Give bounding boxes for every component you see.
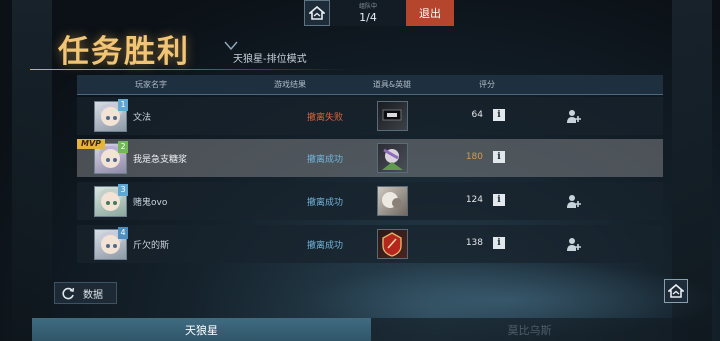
- info-icon[interactable]: i: [493, 237, 505, 249]
- mvp-badge: MVP: [77, 139, 106, 149]
- info-icon[interactable]: i: [493, 194, 505, 206]
- rank-badge: 1: [118, 99, 128, 111]
- add-friend-icon[interactable]: [566, 108, 582, 124]
- player-name: 我是急支糖浆: [133, 155, 188, 165]
- avatar-eye: [113, 158, 117, 162]
- rank-badge: 4: [118, 227, 128, 239]
- exit-button[interactable]: 退出: [406, 0, 454, 26]
- header-items-heroes: 道具&英雄: [372, 80, 412, 89]
- add-friend-icon[interactable]: [566, 236, 582, 252]
- rank-badge: 2: [118, 141, 128, 153]
- game-result: 撤离成功: [306, 155, 343, 165]
- player-name: 斤欠的斯: [133, 241, 170, 251]
- hero-portrait-icon: [382, 148, 403, 170]
- avatar-eye: [113, 201, 117, 205]
- home-button[interactable]: [304, 0, 330, 26]
- header-player-name: 玩家名字: [135, 80, 167, 89]
- team-status: 组队中 1/4: [330, 0, 406, 26]
- tab-sirius[interactable]: 天狼星: [32, 318, 371, 341]
- title-divider: [30, 69, 350, 70]
- info-icon[interactable]: i: [493, 109, 505, 121]
- results-table: 玩家名字 游戏结果 道具&英雄 评分 1 文法 撤离失败 64 i MVP 2 …: [77, 75, 663, 265]
- background-pillar-left: [12, 0, 52, 341]
- header-game-result: 游戏结果: [274, 80, 306, 89]
- table-row[interactable]: 1 文法 撤离失败 64 i: [77, 97, 663, 135]
- avatar-eye: [106, 158, 110, 162]
- score: 124: [465, 195, 483, 205]
- weapon-icon: [382, 109, 402, 121]
- shield-emblem-icon: [382, 232, 402, 257]
- table-row-mvp[interactable]: MVP 2 我是急支糖浆 撤离成功 180 i: [77, 139, 663, 177]
- data-button[interactable]: 数据: [54, 282, 117, 304]
- avatar-eye: [106, 201, 110, 205]
- table-header: 玩家名字 游戏结果 道具&英雄 评分: [77, 75, 663, 95]
- hero-item-icon[interactable]: [377, 186, 408, 216]
- home-icon: [309, 6, 325, 20]
- game-mode: 天狼星-排位模式: [233, 54, 307, 65]
- game-result: 撤离成功: [306, 198, 343, 208]
- game-result: 撤离成功: [306, 241, 343, 251]
- player-name: 赌鬼ovo: [133, 198, 168, 208]
- top-bar: 组队中 1/4 退出: [304, 0, 460, 26]
- header-score: 评分: [479, 80, 495, 89]
- page-title: 任务胜利: [58, 34, 190, 70]
- team-count: 1/4: [359, 10, 377, 24]
- table-row[interactable]: 3 赌鬼ovo 撤离成功 124 i: [77, 182, 663, 220]
- tab-mobius[interactable]: 莫比乌斯: [371, 318, 688, 341]
- table-row[interactable]: 4 斤欠的斯 撤离成功 138 i: [77, 225, 663, 263]
- avatar-eye: [106, 244, 110, 248]
- game-result: 撤离失败: [306, 113, 343, 123]
- hero-item-icon[interactable]: [377, 143, 408, 173]
- rank-badge: 3: [118, 184, 128, 196]
- player-name: 文法: [133, 113, 152, 123]
- home-icon: [668, 284, 684, 298]
- data-button-label: 数据: [83, 289, 103, 301]
- avatar-eye: [113, 116, 117, 120]
- score: 64: [471, 110, 483, 120]
- hero-item-icon[interactable]: [377, 229, 408, 259]
- add-friend-icon[interactable]: [566, 193, 582, 209]
- hero-portrait-icon: [382, 192, 402, 208]
- bottom-tabs: 天狼星 莫比乌斯: [0, 318, 720, 341]
- avatar-eye: [113, 244, 117, 248]
- hero-item-icon[interactable]: [377, 101, 408, 131]
- score: 138: [465, 238, 483, 248]
- avatar-eye: [106, 116, 110, 120]
- home-button-bottom[interactable]: [664, 279, 688, 303]
- team-status-label: 组队中: [358, 2, 377, 10]
- info-icon[interactable]: i: [493, 151, 505, 163]
- score: 180: [465, 152, 483, 162]
- refresh-icon: [62, 287, 75, 300]
